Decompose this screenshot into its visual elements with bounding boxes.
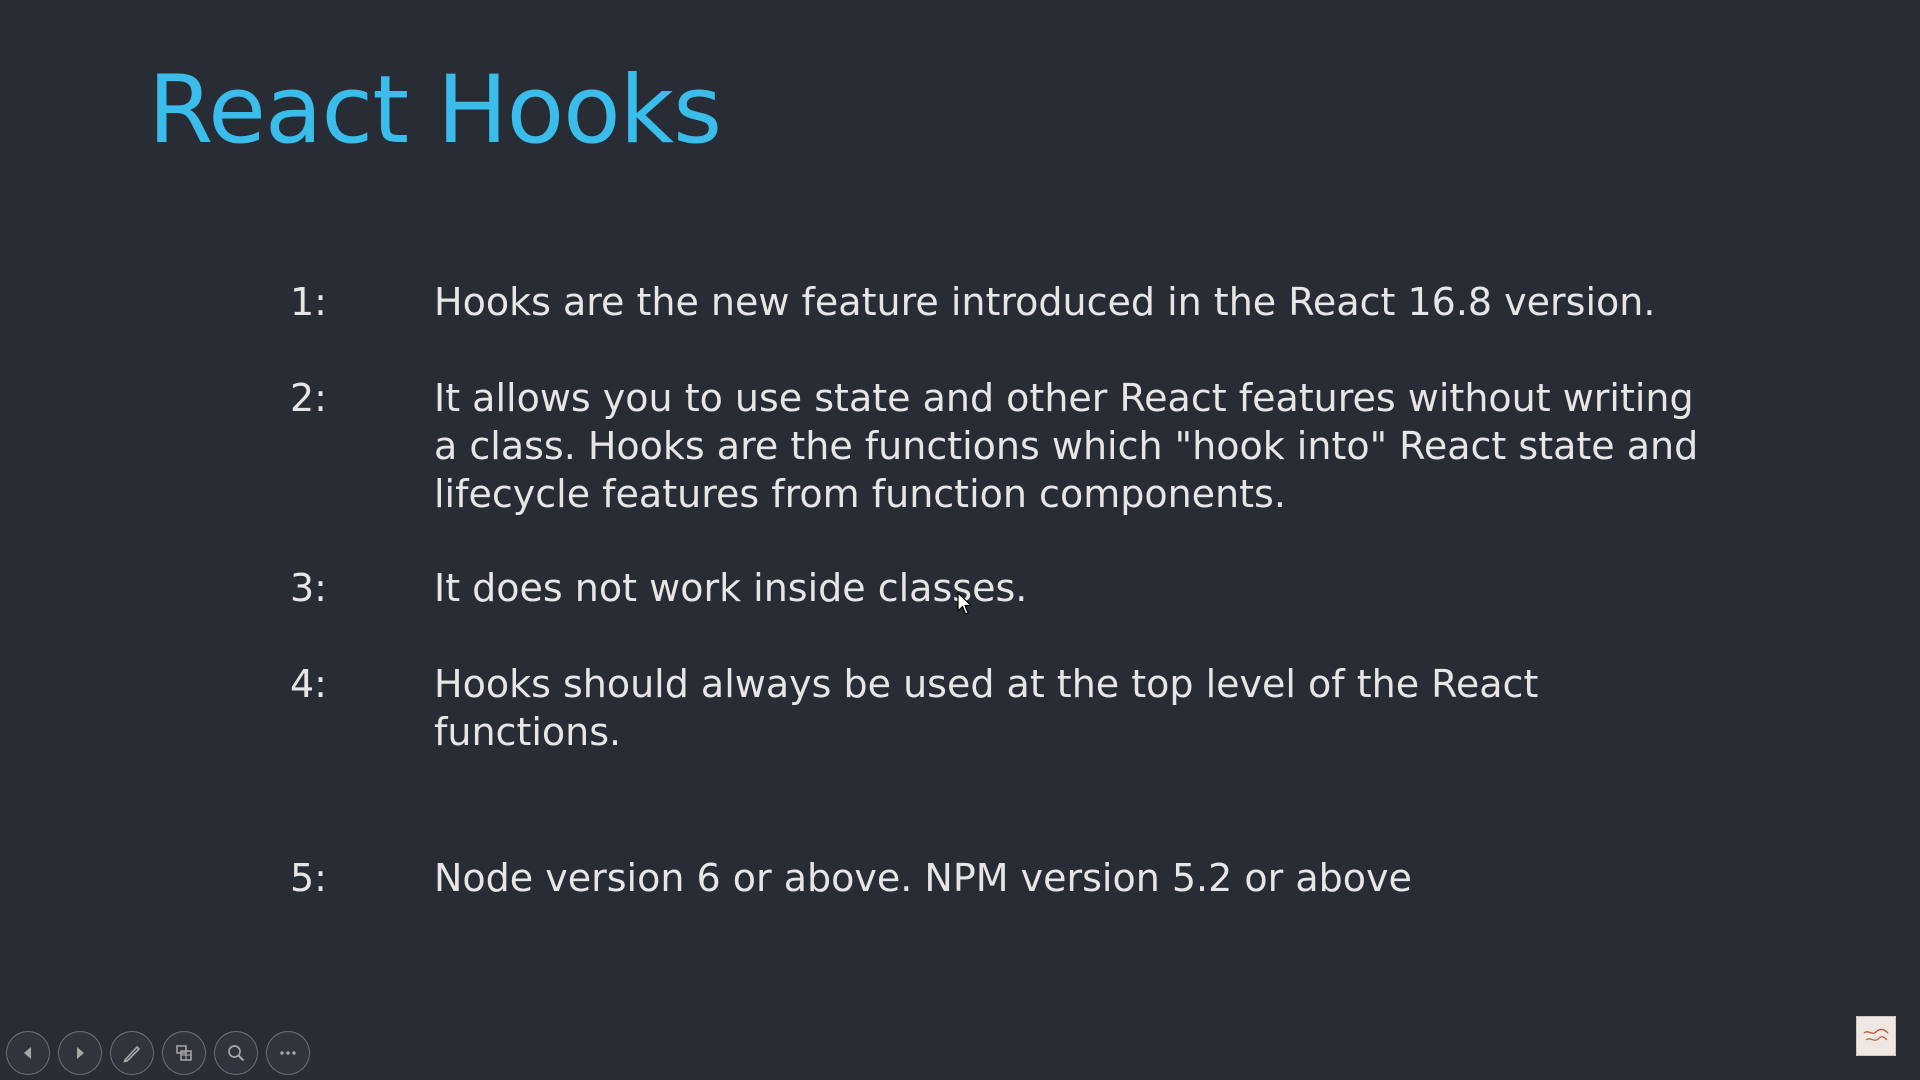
more-options-button[interactable] — [266, 1031, 310, 1075]
next-slide-button[interactable] — [58, 1031, 102, 1075]
list-item-number: 5: — [290, 856, 327, 900]
pen-button[interactable] — [110, 1031, 154, 1075]
pen-icon — [123, 1046, 140, 1063]
list-item-text: Hooks should always be used at the top l… — [434, 662, 1539, 754]
zoom-button[interactable] — [214, 1031, 258, 1075]
list-item-number: 3: — [290, 566, 327, 610]
presenter-toolbar — [6, 1031, 310, 1075]
previous-slide-button[interactable] — [6, 1031, 50, 1075]
next-slide-icon — [77, 1047, 84, 1059]
list-item-text: It allows you to use state and other Rea… — [434, 376, 1699, 516]
previous-slide-icon — [24, 1047, 31, 1059]
slide-title: React Hooks — [148, 56, 722, 165]
list-item-number: 1: — [290, 280, 327, 324]
list-item-number: 2: — [290, 376, 327, 420]
slides-grid-button[interactable] — [162, 1031, 206, 1075]
slides-grid-icon — [176, 1045, 192, 1061]
list-item-text: It does not work inside classes. — [434, 566, 1028, 610]
channel-logo — [1856, 1016, 1896, 1056]
mouse-pointer-icon — [957, 592, 972, 615]
list-item-number: 4: — [290, 662, 327, 706]
more-options-icon — [280, 1051, 296, 1055]
slide: React Hooks 1: Hooks are the new feature… — [0, 0, 1920, 1080]
zoom-icon — [228, 1045, 245, 1062]
list-item-text: Node version 6 or above. NPM version 5.2… — [434, 856, 1412, 900]
channel-logo-icon — [1863, 1028, 1889, 1041]
list-item-text: Hooks are the new feature introduced in … — [434, 280, 1656, 324]
